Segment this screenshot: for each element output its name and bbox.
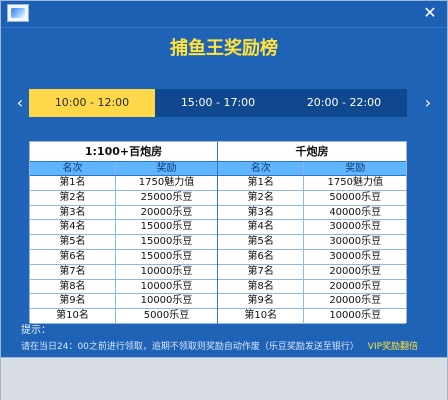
table-row: 第3名 20000乐豆: [30, 205, 217, 221]
reward-cell: 1750魅力值: [138, 177, 195, 188]
rank-cell: 第5名: [30, 235, 117, 249]
rank-cell: 第7名: [218, 264, 305, 279]
table-row: 第1名 1750魅力值: [218, 176, 406, 191]
table-left: 1:100+百炮房 名次 奖励 第1名 1750魅力值 第2名 25000乐豆 第3…: [30, 142, 218, 324]
reward-cell: 25000乐豆: [140, 191, 193, 203]
table-row: 第10名 10000乐豆: [218, 309, 406, 324]
close-icon[interactable]: ✕: [420, 4, 440, 22]
reward-cell: 15000乐豆: [140, 236, 193, 248]
note-text: 请在当日24：00之前进行领取，逾期不领取则奖励自动作废（乐豆奖励发送至银行） …: [21, 341, 441, 353]
rank-cell: 第4名: [218, 220, 305, 235]
page-title: 捕鱼王奖励榜: [170, 38, 278, 59]
note-body: 请在当日24：00之前进行领取，逾期不领取则奖励自动作废（乐豆奖励发送至银行）: [21, 342, 359, 352]
column-rank: 名次: [30, 162, 117, 175]
column-reward: 奖励: [156, 163, 177, 174]
reward-cell: 20000乐豆: [329, 295, 382, 307]
rank-cell: 第9名: [30, 294, 117, 309]
table-row: 第4名 15000乐豆: [30, 220, 217, 236]
rank-cell: 第1名: [30, 176, 117, 190]
reward-cell: 10000乐豆: [140, 280, 193, 292]
table-header-row: 名次 奖励: [218, 162, 406, 176]
table-row: 第6名 30000乐豆: [218, 249, 406, 265]
rank-cell: 第6名: [30, 249, 117, 264]
table-row: 第9名 10000乐豆: [30, 294, 217, 310]
table-row: 第2名 50000乐豆: [218, 190, 406, 206]
content-area: 捕鱼王奖励榜 ‹ › 10:00 - 12:00 15:00 - 17:00 2…: [9, 33, 439, 355]
rank-cell: 第3名: [218, 205, 305, 220]
next-arrow-icon[interactable]: ›: [421, 93, 435, 113]
table-row: 第6名 15000乐豆: [30, 249, 217, 265]
table-row: 第9名 20000乐豆: [218, 294, 406, 310]
reward-cell: 30000乐豆: [329, 236, 382, 248]
prev-arrow-icon[interactable]: ‹: [13, 93, 27, 113]
table-row: 第8名 10000乐豆: [30, 279, 217, 295]
rank-cell: 第3名: [30, 205, 117, 220]
reward-cell: 1750魅力值: [327, 177, 383, 188]
app-logo-icon: [7, 4, 29, 22]
table-row: 第1名 1750魅力值: [30, 176, 217, 191]
table-header-row: 名次 奖励: [30, 162, 217, 176]
bottom-bar: [1, 357, 447, 400]
table-title: 1:100+百炮房: [30, 142, 217, 162]
rank-cell: 第2名: [30, 190, 117, 205]
table-row: 第5名 15000乐豆: [30, 235, 217, 250]
tab-20-22[interactable]: 20:00 - 22:00: [281, 89, 407, 117]
reward-cell: 40000乐豆: [329, 206, 382, 218]
table-row: 第8名 20000乐豆: [218, 279, 406, 295]
reward-cell: 30000乐豆: [329, 221, 382, 233]
reward-cell: 20000乐豆: [140, 206, 193, 218]
reward-cell: 15000乐豆: [140, 250, 193, 262]
time-tabs: 10:00 - 12:00 15:00 - 17:00 20:00 - 22:0…: [29, 89, 407, 117]
rank-cell: 第10名: [218, 309, 305, 323]
rank-cell: 第2名: [218, 190, 305, 205]
rank-cell: 第8名: [30, 279, 117, 294]
rank-cell: 第6名: [218, 249, 305, 264]
reward-window: ✕ 捕鱼王奖励榜 ‹ › 10:00 - 12:00 15:00 - 17:00…: [0, 0, 448, 400]
rank-cell: 第5名: [218, 235, 305, 249]
table-row: 第4名 30000乐豆: [218, 220, 406, 236]
rank-cell: 第7名: [30, 264, 117, 279]
note-label: 提示：: [21, 325, 51, 336]
reward-cell: 20000乐豆: [329, 265, 382, 277]
table-row: 第10名 5000乐豆: [30, 309, 217, 324]
reward-cell: 20000乐豆: [329, 280, 382, 292]
column-reward: 奖励: [345, 163, 366, 174]
reward-cell: 15000乐豆: [140, 221, 193, 233]
table-rows: 第1名 1750魅力值 第2名 25000乐豆 第3名 20000乐豆 第4名 1500…: [30, 176, 217, 324]
tab-15-17[interactable]: 15:00 - 17:00: [155, 89, 281, 117]
rewards-panel: 1:100+百炮房 名次 奖励 第1名 1750魅力值 第2名 25000乐豆 第3…: [29, 141, 407, 324]
tab-10-12[interactable]: 10:00 - 12:00: [29, 89, 155, 117]
table-right: 千炮房 名次 奖励 第1名 1750魅力值 第2名 50000乐豆 第3名 40000…: [218, 142, 406, 324]
table-row: 第7名 20000乐豆: [218, 264, 406, 280]
table-row: 第2名 25000乐豆: [30, 190, 217, 206]
rank-cell: 第4名: [30, 220, 117, 235]
reward-cell: 30000乐豆: [329, 250, 382, 262]
reward-cell: 5000乐豆: [143, 310, 190, 322]
table-row: 第3名 40000乐豆: [218, 205, 406, 221]
vip-note: VIP奖励翻倍: [367, 342, 419, 352]
reward-cell: 10000乐豆: [140, 265, 193, 277]
rank-cell: 第9名: [218, 294, 305, 309]
table-rows: 第1名 1750魅力值 第2名 50000乐豆 第3名 40000乐豆 第4名 3000…: [218, 176, 406, 324]
table-title: 千炮房: [218, 142, 406, 162]
reward-cell: 10000乐豆: [140, 295, 193, 307]
column-rank: 名次: [218, 162, 305, 175]
rank-cell: 第1名: [218, 176, 305, 190]
table-row: 第7名 10000乐豆: [30, 264, 217, 280]
rank-cell: 第8名: [218, 279, 305, 294]
reward-cell: 50000乐豆: [329, 191, 382, 203]
title-bar: ✕: [1, 1, 447, 28]
table-row: 第5名 30000乐豆: [218, 235, 406, 250]
reward-cell: 10000乐豆: [329, 310, 382, 322]
rank-cell: 第10名: [30, 309, 117, 323]
